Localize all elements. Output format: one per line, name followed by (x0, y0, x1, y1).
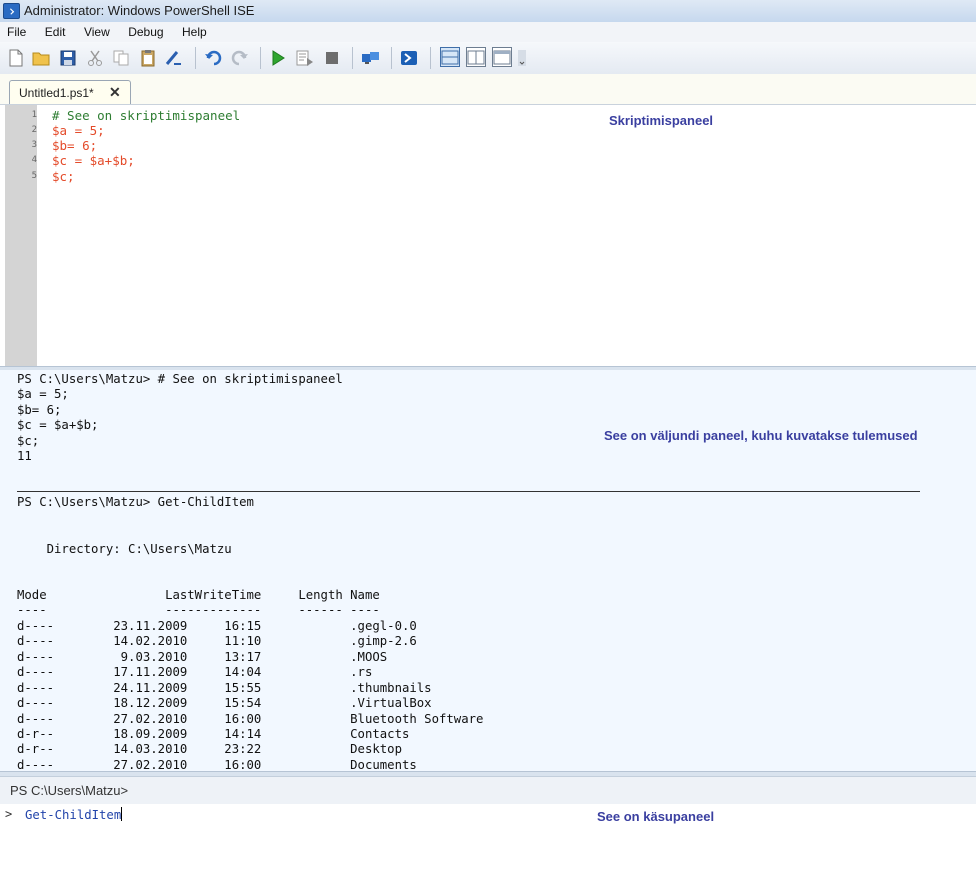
code-line: $a = 5; (52, 123, 105, 138)
undo-icon[interactable] (203, 48, 223, 68)
title-bar: Administrator: Windows PowerShell ISE (0, 0, 976, 23)
menu-file[interactable]: File (0, 22, 33, 39)
output-line: $c = $a+$b; (17, 418, 99, 432)
stop-icon[interactable] (322, 48, 342, 68)
close-icon[interactable]: ✕ (109, 84, 121, 101)
menu-edit[interactable]: Edit (38, 22, 73, 39)
output-line: ---- ------------- ------ ---- (17, 603, 380, 617)
output-line: d-r-- 14.03.2010 23:22 Desktop (17, 742, 402, 756)
chevron-right-icon: > (5, 807, 13, 821)
run-icon[interactable] (268, 48, 288, 68)
command-pane-annotation: See on käsupaneel (597, 809, 715, 824)
layout-maximize-icon[interactable] (492, 47, 512, 67)
output-line: PS C:\Users\Matzu> Get-ChildItem (17, 495, 254, 509)
output-line: d---- 17.11.2009 14:04 .rs (17, 665, 373, 679)
output-line: d---- 18.12.2009 15:54 .VirtualBox (17, 696, 432, 710)
layout-side-icon[interactable] (466, 47, 486, 67)
redo-icon[interactable] (230, 48, 250, 68)
output-line: Directory: C:\Users\Matzu (17, 542, 232, 556)
code-line: $b= 6; (52, 138, 98, 153)
tab-strip: Untitled1.ps1* ✕ (0, 74, 976, 104)
menu-help[interactable]: Help (175, 22, 214, 39)
output-pane: PS C:\Users\Matzu> # See on skriptimispa… (0, 370, 976, 772)
output-line: $a = 5; (17, 387, 69, 401)
cut-icon[interactable] (85, 48, 105, 68)
command-pane-header: PS C:\Users\Matzu> (0, 776, 976, 806)
toolbar (0, 42, 976, 75)
clear-icon[interactable] (164, 48, 184, 68)
output-separator (17, 491, 920, 492)
output-line: d---- 27.02.2010 16:00 Bluetooth Softwar… (17, 712, 484, 726)
window-title: Administrator: Windows PowerShell ISE (24, 3, 255, 18)
line-number: 5 (31, 171, 37, 181)
save-icon[interactable] (58, 48, 78, 68)
output-line: d---- 9.03.2010 13:17 .MOOS (17, 650, 388, 664)
output-line: d---- 27.02.2010 16:00 Documents (17, 758, 417, 772)
script-pane[interactable]: 1 2 3 4 5 # See on skriptimispaneel $a =… (0, 104, 976, 367)
output-line: d---- 14.02.2010 11:10 .gimp-2.6 (17, 634, 417, 648)
open-folder-icon[interactable] (31, 48, 51, 68)
output-line: d---- 24.11.2009 15:55 .thumbnails (17, 681, 432, 695)
command-input[interactable]: Get-ChildItem (25, 807, 123, 822)
output-line: Mode LastWriteTime Length Name (17, 588, 380, 602)
line-number: 2 (31, 125, 37, 135)
command-prompt: PS C:\Users\Matzu> (10, 783, 129, 798)
output-line: d-r-- 18.09.2009 14:14 Contacts (17, 727, 410, 741)
menu-bar: File Edit View Debug Help (0, 22, 976, 42)
code-line: $c = $a+$b; (52, 153, 135, 168)
powershell-icon[interactable] (399, 48, 419, 68)
menu-debug[interactable]: Debug (121, 22, 170, 39)
code-line: $c; (52, 169, 75, 184)
code-line: # See on skriptimispaneel (52, 108, 241, 123)
output-line: $b= 6; (17, 403, 62, 417)
remote-tab-icon[interactable] (361, 48, 381, 68)
output-pane-annotation: See on väljundi paneel, kuhu kuvatakse t… (604, 428, 918, 443)
output-line: d---- 23.11.2009 16:15 .gegl-0.0 (17, 619, 417, 633)
output-line: $c; (17, 434, 40, 448)
layout-top-icon[interactable] (440, 47, 460, 67)
new-file-icon[interactable] (6, 48, 26, 68)
toolbar-overflow-icon[interactable] (515, 48, 529, 68)
command-pane[interactable]: > Get-ChildItem See on käsupaneel (0, 804, 976, 890)
line-number-gutter: 1 2 3 4 5 (5, 105, 37, 367)
run-selection-icon[interactable] (295, 48, 315, 68)
output-line: PS C:\Users\Matzu> # See on skriptimispa… (17, 372, 343, 386)
line-number: 1 (31, 110, 37, 120)
powershell-app-icon (3, 3, 20, 19)
command-input-text: Get-ChildItem (25, 808, 122, 822)
tab-label: Untitled1.ps1* (19, 86, 94, 100)
menu-view[interactable]: View (77, 22, 117, 39)
copy-icon[interactable] (111, 48, 131, 68)
line-number: 3 (31, 140, 37, 150)
paste-icon[interactable] (138, 48, 158, 68)
script-pane-annotation: Skriptimispaneel (609, 113, 714, 128)
output-line: 11 (17, 449, 32, 463)
tab-untitled1[interactable]: Untitled1.ps1* ✕ (9, 80, 131, 104)
line-number: 4 (31, 155, 37, 165)
text-caret (121, 807, 123, 821)
